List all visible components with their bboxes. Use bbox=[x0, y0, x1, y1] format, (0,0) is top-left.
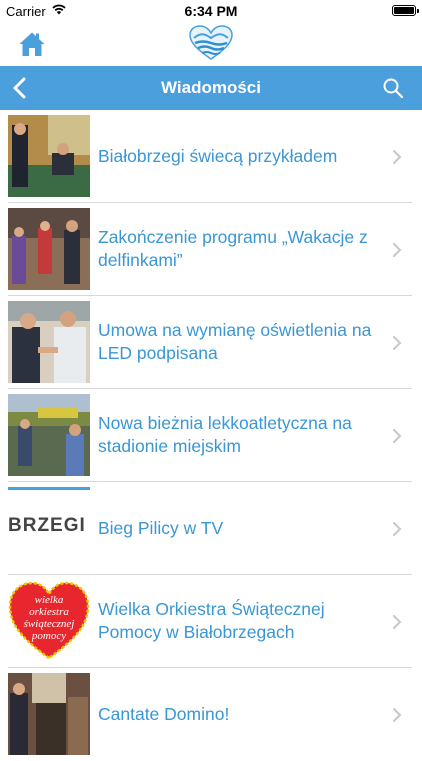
home-icon[interactable] bbox=[18, 31, 46, 57]
stadium-photo-image bbox=[8, 394, 90, 476]
news-thumbnail bbox=[8, 115, 90, 197]
news-title: Nowa bieżnia lekkoatletyczna na stadioni… bbox=[98, 413, 352, 456]
news-thumbnail: BRZEGI bbox=[8, 487, 90, 569]
office-photo-image bbox=[8, 115, 90, 197]
app-logo bbox=[189, 25, 233, 60]
news-item[interactable]: Cantate Domino! bbox=[0, 668, 422, 761]
news-title: Cantate Domino! bbox=[98, 703, 230, 724]
battery-icon bbox=[392, 5, 419, 16]
handshake-photo-image bbox=[8, 301, 90, 383]
news-item[interactable]: Nowa bieżnia lekkoatletyczna na stadioni… bbox=[0, 389, 422, 482]
news-item[interactable]: Białobrzegi świecą przykładem bbox=[0, 110, 422, 203]
news-title: Umowa na wymianę oświetlenia na LED podp… bbox=[98, 320, 372, 363]
news-title: Białobrzegi świecą przykładem bbox=[98, 145, 338, 166]
chevron-right-icon bbox=[393, 708, 402, 722]
search-icon[interactable] bbox=[382, 77, 404, 99]
news-item[interactable]: wielka orkiestra świątecznej pomocy Wiel… bbox=[0, 575, 422, 668]
choir-photo-image bbox=[8, 673, 90, 755]
status-bar: Carrier 6:34 PM bbox=[0, 0, 422, 22]
news-item[interactable]: Umowa na wymianę oświetlenia na LED podp… bbox=[0, 296, 422, 389]
wosp-heart-text: wielka orkiestra świątecznej pomocy bbox=[23, 594, 75, 642]
brzegi-logo-text: BRZEGI bbox=[8, 515, 86, 536]
news-title: Wielka Orkiestra Świątecznej Pomocy w Bi… bbox=[98, 599, 325, 642]
chevron-right-icon bbox=[393, 429, 402, 443]
news-title: Bieg Pilicy w TV bbox=[98, 517, 224, 538]
app-header bbox=[0, 22, 422, 66]
news-thumbnail bbox=[8, 673, 90, 755]
news-thumbnail bbox=[8, 394, 90, 476]
news-thumbnail bbox=[8, 301, 90, 383]
chevron-right-icon bbox=[393, 243, 402, 257]
news-title: Zakończenie programu „Wakacje z delfinka… bbox=[98, 227, 368, 270]
news-thumbnail: wielka orkiestra świątecznej pomocy bbox=[8, 580, 90, 662]
event-photo-image bbox=[8, 208, 90, 290]
news-list: Białobrzegi świecą przykładem Zakończeni… bbox=[0, 110, 422, 761]
chevron-right-icon bbox=[393, 615, 402, 629]
chevron-right-icon bbox=[393, 522, 402, 536]
chevron-right-icon bbox=[393, 336, 402, 350]
news-item[interactable]: BRZEGI Bieg Pilicy w TV bbox=[0, 482, 422, 575]
news-thumbnail bbox=[8, 208, 90, 290]
brzegi-logo: BRZEGI bbox=[8, 487, 90, 569]
chevron-right-icon bbox=[393, 150, 402, 164]
page-title: Wiadomości bbox=[161, 78, 261, 97]
status-time: 6:34 PM bbox=[184, 3, 238, 19]
news-item[interactable]: Zakończenie programu „Wakacje z delfinka… bbox=[0, 203, 422, 296]
nav-bar: Wiadomości bbox=[0, 66, 422, 110]
